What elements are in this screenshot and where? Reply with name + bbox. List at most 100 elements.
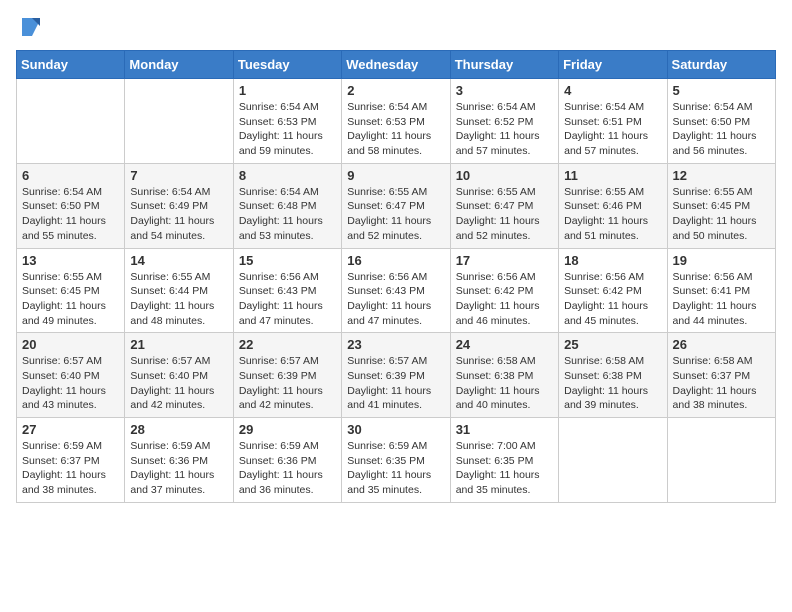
logo-icon <box>18 16 40 38</box>
calendar-cell: 1Sunrise: 6:54 AM Sunset: 6:53 PM Daylig… <box>233 79 341 164</box>
calendar-cell: 24 Sunrise: 6:58 AM Sunset: 6:38 PM Dayli… <box>450 333 558 418</box>
calendar-cell: 29 Sunrise: 6:59 AM Sunset: 6:36 PM Dayli… <box>233 418 341 503</box>
day-info: Sunrise: 6:56 AM Sunset: 6:42 PM Dayligh… <box>564 270 661 329</box>
day-number: 30 <box>347 422 444 437</box>
day-number: 17 <box>456 253 553 268</box>
week-row-3: 13 Sunrise: 6:55 AM Sunset: 6:45 PM Dayli… <box>17 248 776 333</box>
day-number: 29 <box>239 422 336 437</box>
week-row-1: 1 Sunrise: 6:54 AM Sunset: 6:53 PM Daylig… <box>17 79 776 164</box>
calendar-cell: 22 Sunrise: 6:57 AM Sunset: 6:39 PM Dayli… <box>233 333 341 418</box>
day-info: Sunrise: 6:54 AM Sunset: 6:53 PM Dayligh… <box>347 100 444 159</box>
day-info: Sunrise: 6:57 AM Sunset: 6:39 PM Dayligh… <box>239 354 336 413</box>
day-number: 27 <box>22 422 119 437</box>
day-number: 8 <box>239 168 336 183</box>
header-wednesday: Wednesday <box>342 51 450 79</box>
calendar-cell: 30 Sunrise: 6:59 AM Sunset: 6:35 PM Dayli… <box>342 418 450 503</box>
day-info: Sunrise: 6:57 AM Sunset: 6:39 PM Dayligh… <box>347 354 444 413</box>
calendar-cell: 26 Sunrise: 6:58 AM Sunset: 6:37 PM Dayli… <box>667 333 775 418</box>
header-saturday: Saturday <box>667 51 775 79</box>
calendar-cell: 5Sunrise: 6:54 AM Sunset: 6:50 PM Daylig… <box>667 79 775 164</box>
calendar-cell: 27 Sunrise: 6:59 AM Sunset: 6:37 PM Dayli… <box>17 418 125 503</box>
day-info: Sunrise: 6:59 AM Sunset: 6:37 PM Dayligh… <box>22 439 119 498</box>
calendar-cell <box>667 418 775 503</box>
day-info: Sunrise: 6:54 AM Sunset: 6:48 PM Dayligh… <box>239 185 336 244</box>
calendar-cell: 2 Sunrise: 6:54 AM Sunset: 6:53 PM Daylig… <box>342 79 450 164</box>
day-number: 18 <box>564 253 661 268</box>
day-number: 22 <box>239 337 336 352</box>
calendar-cell: 3 Sunrise: 6:54 AM Sunset: 6:52 PM Daylig… <box>450 79 558 164</box>
day-number: 28 <box>130 422 227 437</box>
day-number: 21 <box>130 337 227 352</box>
calendar-cell: 11 Sunrise: 6:55 AM Sunset: 6:46 PM Dayli… <box>559 163 667 248</box>
day-number: 24 <box>456 337 553 352</box>
header-tuesday: Tuesday <box>233 51 341 79</box>
day-info: Sunrise: 6:59 AM Sunset: 6:35 PM Dayligh… <box>347 439 444 498</box>
day-number: 12 <box>673 168 770 183</box>
day-number: 10 <box>456 168 553 183</box>
calendar-cell <box>17 79 125 164</box>
calendar-cell: 18 Sunrise: 6:56 AM Sunset: 6:42 PM Dayli… <box>559 248 667 333</box>
day-number: 9 <box>347 168 444 183</box>
day-info: Sunrise: 6:59 AM Sunset: 6:36 PM Dayligh… <box>130 439 227 498</box>
week-row-2: 6 Sunrise: 6:54 AM Sunset: 6:50 PM Daylig… <box>17 163 776 248</box>
day-number: 26 <box>673 337 770 352</box>
day-number: 2 <box>347 83 444 98</box>
header-friday: Friday <box>559 51 667 79</box>
calendar-cell: 12 Sunrise: 6:55 AM Sunset: 6:45 PM Dayli… <box>667 163 775 248</box>
day-info: Sunrise: 6:54 AM Sunset: 6:50 PM Dayligh… <box>673 100 770 159</box>
day-number: 19 <box>673 253 770 268</box>
calendar-cell: 21Sunrise: 6:57 AM Sunset: 6:40 PM Dayli… <box>125 333 233 418</box>
day-number: 7 <box>130 168 227 183</box>
day-info: Sunrise: 6:58 AM Sunset: 6:38 PM Dayligh… <box>564 354 661 413</box>
day-number: 15 <box>239 253 336 268</box>
day-info: Sunrise: 6:54 AM Sunset: 6:52 PM Dayligh… <box>456 100 553 159</box>
calendar-cell: 6 Sunrise: 6:54 AM Sunset: 6:50 PM Daylig… <box>17 163 125 248</box>
week-row-4: 20 Sunrise: 6:57 AM Sunset: 6:40 PM Dayli… <box>17 333 776 418</box>
calendar-cell: 19 Sunrise: 6:56 AM Sunset: 6:41 PM Dayli… <box>667 248 775 333</box>
calendar-cell: 20 Sunrise: 6:57 AM Sunset: 6:40 PM Dayli… <box>17 333 125 418</box>
day-info: Sunrise: 6:56 AM Sunset: 6:41 PM Dayligh… <box>673 270 770 329</box>
day-number: 13 <box>22 253 119 268</box>
calendar-cell: 7 Sunrise: 6:54 AM Sunset: 6:49 PM Daylig… <box>125 163 233 248</box>
calendar-cell: 15 Sunrise: 6:56 AM Sunset: 6:43 PM Dayli… <box>233 248 341 333</box>
day-info: Sunrise: 6:58 AM Sunset: 6:38 PM Dayligh… <box>456 354 553 413</box>
day-info: Sunrise: 6:55 AM Sunset: 6:47 PM Dayligh… <box>456 185 553 244</box>
day-number: 20 <box>22 337 119 352</box>
page-header <box>16 16 776 38</box>
calendar-cell: 8 Sunrise: 6:54 AM Sunset: 6:48 PM Daylig… <box>233 163 341 248</box>
calendar-cell: 31 Sunrise: 7:00 AM Sunset: 6:35 PM Dayli… <box>450 418 558 503</box>
day-number: 25 <box>564 337 661 352</box>
day-number: 11 <box>564 168 661 183</box>
day-info: Sunrise: 6:55 AM Sunset: 6:46 PM Dayligh… <box>564 185 661 244</box>
day-info: Sunrise: 6:55 AM Sunset: 6:45 PM Dayligh… <box>673 185 770 244</box>
day-info: Sunrise: 6:54 AM Sunset: 6:50 PM Dayligh… <box>22 185 119 244</box>
day-number: 14 <box>130 253 227 268</box>
day-info: Sunrise: 6:57 AM Sunset: 6:40 PM Dayligh… <box>22 354 119 413</box>
day-number: 31 <box>456 422 553 437</box>
calendar-cell: 13 Sunrise: 6:55 AM Sunset: 6:45 PM Dayli… <box>17 248 125 333</box>
day-info: Sunrise: 7:00 AM Sunset: 6:35 PM Dayligh… <box>456 439 553 498</box>
calendar-cell: 9 Sunrise: 6:55 AM Sunset: 6:47 PM Daylig… <box>342 163 450 248</box>
day-number: 1 <box>239 83 336 98</box>
day-info: Sunrise: 6:56 AM Sunset: 6:43 PM Dayligh… <box>239 270 336 329</box>
header-monday: Monday <box>125 51 233 79</box>
day-number: 4 <box>564 83 661 98</box>
day-number: 23 <box>347 337 444 352</box>
day-info: Sunrise: 6:55 AM Sunset: 6:45 PM Dayligh… <box>22 270 119 329</box>
calendar-cell: 14 Sunrise: 6:55 AM Sunset: 6:44 PM Dayli… <box>125 248 233 333</box>
calendar-cell: 28 Sunrise: 6:59 AM Sunset: 6:36 PM Dayli… <box>125 418 233 503</box>
day-info: Sunrise: 6:55 AM Sunset: 6:47 PM Dayligh… <box>347 185 444 244</box>
calendar-header-row: SundayMondayTuesdayWednesdayThursdayFrid… <box>17 51 776 79</box>
day-number: 6 <box>22 168 119 183</box>
day-number: 16 <box>347 253 444 268</box>
day-info: Sunrise: 6:59 AM Sunset: 6:36 PM Dayligh… <box>239 439 336 498</box>
day-info: Sunrise: 6:56 AM Sunset: 6:42 PM Dayligh… <box>456 270 553 329</box>
day-number: 3 <box>456 83 553 98</box>
day-info: Sunrise: 6:54 AM Sunset: 6:49 PM Dayligh… <box>130 185 227 244</box>
calendar-table: SundayMondayTuesdayWednesdayThursdayFrid… <box>16 50 776 503</box>
logo <box>16 16 40 38</box>
calendar-cell: 17 Sunrise: 6:56 AM Sunset: 6:42 PM Dayli… <box>450 248 558 333</box>
calendar-cell: 25 Sunrise: 6:58 AM Sunset: 6:38 PM Dayli… <box>559 333 667 418</box>
day-info: Sunrise: 6:58 AM Sunset: 6:37 PM Dayligh… <box>673 354 770 413</box>
day-info: Sunrise: 6:55 AM Sunset: 6:44 PM Dayligh… <box>130 270 227 329</box>
